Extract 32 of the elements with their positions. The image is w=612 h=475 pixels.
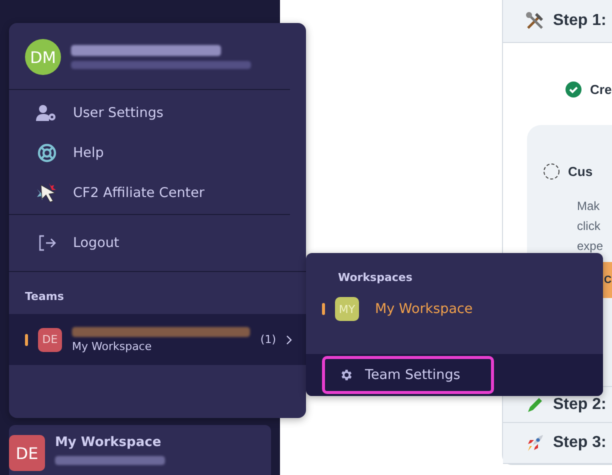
- team-settings-button[interactable]: Team Settings: [322, 356, 494, 394]
- lifebuoy-icon: [37, 143, 57, 163]
- team-avatar: DE: [38, 328, 62, 352]
- workspace-avatar: MY: [335, 297, 359, 321]
- task-description: Mak: [577, 198, 601, 215]
- section-heading: Workspaces: [337, 270, 412, 284]
- member-count: (1): [260, 333, 276, 346]
- menu-item[interactable]: Logout: [35, 232, 306, 254]
- user-avatar: DM: [25, 39, 61, 75]
- user-gear-icon: [36, 104, 58, 122]
- workspace-name: My Workspace: [55, 435, 162, 450]
- menu-item[interactable]: CF2 Affiliate Center: [35, 182, 290, 204]
- menu-item[interactable]: User Settings: [35, 102, 290, 124]
- task-description: click: [577, 218, 602, 235]
- section-heading: Teams: [24, 289, 64, 303]
- team-item[interactable]: DE My Workspace (1): [9, 314, 306, 365]
- task-description: expe: [577, 238, 604, 255]
- step-title: Step 2:: [553, 396, 606, 414]
- hammer-wrench-icon: [525, 11, 545, 31]
- step-title: Step 1:: [553, 12, 606, 30]
- task-title: Cus: [568, 164, 593, 179]
- settings-icon: [339, 368, 353, 382]
- workspace-avatar: DE: [9, 435, 45, 471]
- chevron-right-icon: [286, 334, 292, 344]
- menu-item[interactable]: Help: [35, 142, 290, 164]
- task-title: Cre: [590, 82, 612, 97]
- logout-icon: [38, 235, 56, 251]
- workspace-card[interactable]: DE My Workspace: [9, 425, 271, 475]
- team-subtitle: My Workspace: [72, 340, 153, 352]
- rocket-icon: [525, 433, 545, 453]
- workspace-item[interactable]: MY My Workspace: [306, 284, 603, 321]
- step-title: Step 3:: [553, 434, 606, 452]
